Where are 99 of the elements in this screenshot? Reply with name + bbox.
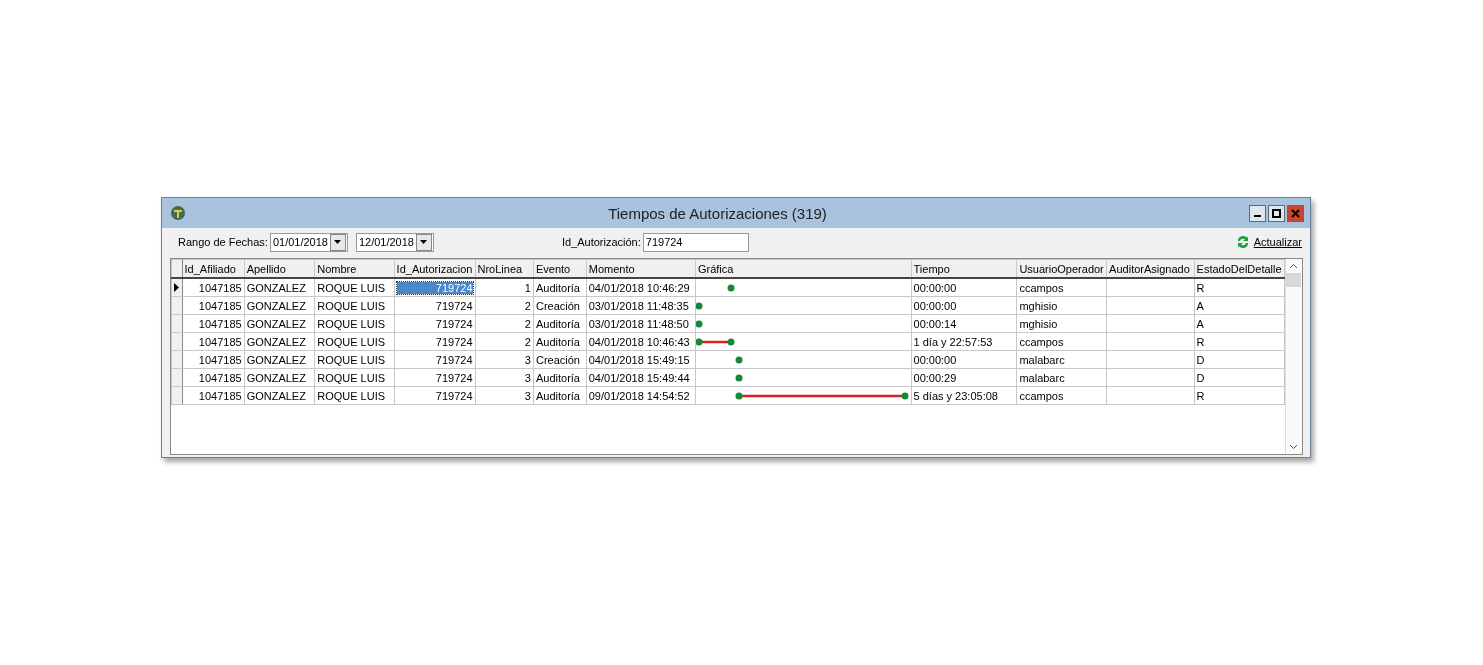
table-cell: 04/01/2018 15:49:15 <box>588 353 690 366</box>
scrollbar-thumb[interactable] <box>1286 273 1302 287</box>
table-cell: GONZALEZ <box>246 371 306 384</box>
table-cell: R <box>1196 389 1205 402</box>
table-cell: D <box>1196 353 1205 366</box>
table-cell: 04/01/2018 15:49:44 <box>588 371 690 384</box>
table-cell: GONZALEZ <box>246 317 306 330</box>
table-cell: ccampos <box>1019 281 1064 294</box>
table-cell: GONZALEZ <box>246 299 306 312</box>
table-cell: Auditoría <box>535 389 580 402</box>
table-cell: ROQUE LUIS <box>317 281 386 294</box>
table-cell: 719724 <box>435 353 473 366</box>
id-label: Id_Autorización: <box>561 236 641 248</box>
table-cell: 5 días y 23:05:08 <box>913 389 998 402</box>
table-cell: ROQUE LUIS <box>317 353 386 366</box>
table-cell: ROQUE LUIS <box>317 371 386 384</box>
dropdown-arrow-icon <box>334 240 342 244</box>
table-cell: 719724 <box>435 389 473 402</box>
minimize-icon <box>1254 215 1261 217</box>
close-button[interactable] <box>1287 204 1304 222</box>
table-cell: 00:00:00 <box>913 299 957 312</box>
timeline-drawing <box>734 354 743 365</box>
table-cell: 2 <box>524 335 531 348</box>
table-cell: Auditoría <box>535 335 580 348</box>
table-cell: D <box>1196 371 1205 384</box>
table-cell: GONZALEZ <box>246 335 306 348</box>
table-cell: GONZALEZ <box>246 389 306 402</box>
timeline-drawing <box>696 336 735 347</box>
table-cell: malabarc <box>1019 353 1065 366</box>
table-cell: ROQUE LUIS <box>317 335 386 348</box>
table-cell: ccampos <box>1019 335 1064 348</box>
table-cell: 04/01/2018 10:46:43 <box>588 335 690 348</box>
table-cell: ROQUE LUIS <box>317 299 386 312</box>
table-cell: 03/01/2018 11:48:35 <box>588 299 689 312</box>
dropdown-arrow-icon <box>420 240 428 244</box>
table-cell: 1 <box>524 281 531 294</box>
timeline-drawing <box>734 372 743 383</box>
table-cell: 1047185 <box>198 299 242 312</box>
table-cell: 03/01/2018 11:48:50 <box>588 317 689 330</box>
table-cell: mghisio <box>1019 317 1058 330</box>
table-cell: Creación <box>535 353 580 366</box>
vertical-scrollbar[interactable] <box>1284 259 1302 454</box>
scroll-down-icon[interactable] <box>1289 444 1299 450</box>
table-cell: 00:00:00 <box>913 353 957 366</box>
table-cell: 1047185 <box>198 317 242 330</box>
table-cell: 2 <box>524 317 531 330</box>
table-cell: 1047185 <box>198 335 242 348</box>
table-cell: 00:00:29 <box>913 371 957 384</box>
table-cell: ccampos <box>1019 389 1064 402</box>
app-logo-icon <box>170 205 186 221</box>
current-row-pointer-icon <box>174 282 179 292</box>
table-cell: 719724 <box>435 299 473 312</box>
table-cell: A <box>1196 317 1204 330</box>
table-cell: 719724 <box>435 335 473 348</box>
timeline-drawing <box>726 282 735 293</box>
table-cell: 3 <box>524 353 531 366</box>
table-cell: 3 <box>524 371 531 384</box>
refresh-button[interactable]: Actualizar <box>1232 233 1304 251</box>
date-to-dropdown[interactable]: 12/01/2018 <box>355 232 434 252</box>
table-cell: Auditoría <box>535 281 580 294</box>
table-cell: mghisio <box>1019 299 1058 312</box>
close-icon <box>1291 208 1300 218</box>
date-from-dropdown[interactable]: 01/01/2018 <box>269 232 348 252</box>
minimize-button[interactable] <box>1249 204 1266 222</box>
table-cell: malabarc <box>1019 371 1065 384</box>
table-cell: 09/01/2018 14:54:52 <box>588 389 690 402</box>
selected-cell: 719724 <box>396 281 473 294</box>
table-cell: 719724 <box>435 371 473 384</box>
table-cell: 1047185 <box>198 389 242 402</box>
table-cell: 3 <box>524 389 531 402</box>
table-cell: Creación <box>535 299 580 312</box>
table-cell: 1047185 <box>198 371 242 384</box>
timeline-drawing <box>696 318 703 329</box>
table-cell: Auditoría <box>535 371 580 384</box>
table-cell: ROQUE LUIS <box>317 389 386 402</box>
table-cell: GONZALEZ <box>246 281 306 294</box>
table-cell: 2 <box>524 299 531 312</box>
table-cell: 00:00:00 <box>913 281 957 294</box>
table-cell: Auditoría <box>535 317 580 330</box>
table-cell: 00:00:14 <box>913 317 957 330</box>
table-cell: A <box>1196 299 1204 312</box>
column-header[interactable]: Gráfica <box>697 262 734 275</box>
maximize-button[interactable] <box>1268 204 1285 222</box>
table-cell: GONZALEZ <box>246 353 306 366</box>
table-cell: 719724 <box>435 317 473 330</box>
table-cell: 1047185 <box>198 281 242 294</box>
table-cell: R <box>1196 335 1205 348</box>
maximize-icon <box>1272 208 1281 218</box>
table-cell: 04/01/2018 10:46:29 <box>588 281 690 294</box>
table-cell: R <box>1196 281 1205 294</box>
window-title: Tiempos de Autorizaciones (319) <box>607 204 828 222</box>
table-cell: 1047185 <box>198 353 242 366</box>
scroll-up-icon[interactable] <box>1289 263 1299 269</box>
id-input-field[interactable]: 719724 <box>642 232 749 252</box>
timeline-drawing <box>696 300 703 311</box>
row-header[interactable] <box>171 278 183 297</box>
date-range-label: Rango de Fechas: <box>178 236 268 248</box>
table-cell: 1 día y 22:57:53 <box>913 335 993 348</box>
table-cell: ROQUE LUIS <box>317 317 386 330</box>
